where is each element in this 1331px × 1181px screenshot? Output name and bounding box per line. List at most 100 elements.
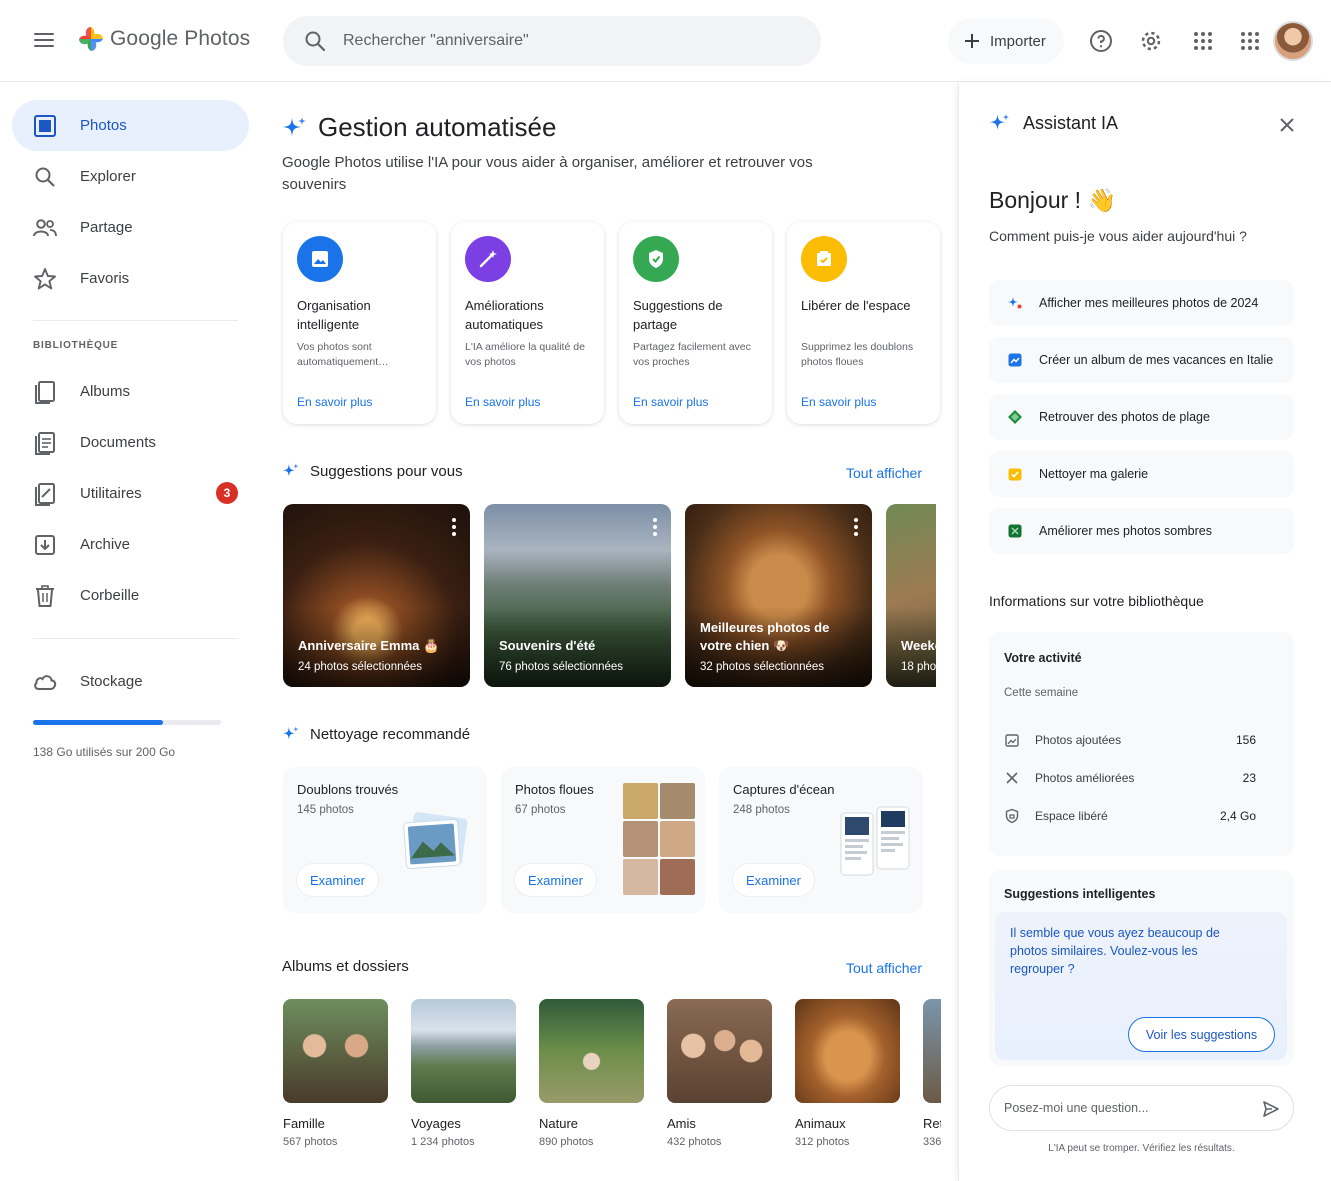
assistant-title: Assistant IA	[1023, 112, 1119, 133]
examine-button[interactable]: Examiner	[297, 864, 378, 896]
cleanup-count: 145 photos	[297, 804, 354, 816]
sidebar-item-label: Favoris	[80, 270, 130, 287]
album-thumbnail	[411, 999, 516, 1103]
sidebar-item-explorer[interactable]: Explorer	[12, 151, 249, 202]
apps-grid-icon[interactable]	[1238, 29, 1262, 53]
sidebar-item-photos[interactable]: Photos	[12, 100, 249, 151]
see-all-suggestions-link[interactable]: Tout afficher	[846, 465, 922, 481]
sidebar-item-archive[interactable]: Archive	[12, 519, 249, 570]
cleanup-card-duplicates[interactable]: Doublons trouvés 145 photos Examiner	[283, 767, 487, 913]
feature-icon-circle	[633, 236, 679, 282]
album-tile[interactable]: Famille 567 photos	[283, 999, 388, 1148]
album-name: Voyages	[411, 1116, 461, 1131]
sidebar-item-corbeille[interactable]: Corbeille	[12, 570, 249, 621]
ask-question-input[interactable]	[1004, 1086, 1254, 1130]
sidebar-item-partage[interactable]: Partage	[12, 202, 249, 253]
learn-more-link[interactable]: En savoir plus	[297, 395, 372, 409]
activity-value: 156	[1235, 733, 1256, 747]
suggestion-subtitle: 18 photos sélectionnées	[901, 661, 936, 673]
sidebar-item-albums[interactable]: Albums	[12, 366, 249, 417]
help-icon[interactable]	[1089, 29, 1113, 53]
prompt-chip[interactable]: Afficher mes meilleures photos de 2024	[989, 280, 1294, 326]
feature-card[interactable]: Améliorations automatiques L'IA améliore…	[451, 222, 604, 424]
smart-suggestions-title: Suggestions intelligentes	[1004, 887, 1156, 901]
suggestion-card[interactable]: Anniversaire Emma 🎂 24 photos sélectionn…	[283, 504, 470, 687]
feature-card[interactable]: Libérer de l'espace Supprimez les doublo…	[787, 222, 940, 424]
search-input[interactable]	[343, 16, 803, 66]
learn-more-link[interactable]: En savoir plus	[633, 395, 708, 409]
sidebar-item-favoris[interactable]: Favoris	[12, 253, 249, 304]
prompt-chip[interactable]: Créer un album de mes vacances en Italie	[989, 337, 1294, 383]
ask-question-box[interactable]	[989, 1085, 1294, 1131]
more-options-icon[interactable]	[653, 518, 657, 539]
chip-label: Nettoyer ma galerie	[1039, 467, 1149, 481]
album-count: 567 photos	[283, 1136, 338, 1148]
storage-progress-bar	[33, 720, 221, 725]
send-icon[interactable]	[1262, 1100, 1280, 1118]
search-bar[interactable]	[283, 16, 821, 66]
see-all-albums-link[interactable]: Tout afficher	[846, 960, 922, 976]
cleanup-card-blurry[interactable]: Photos floues 67 photos Examiner	[501, 767, 705, 913]
cleanup-card-screenshots[interactable]: Captures d'écean 248 photos Examiner	[719, 767, 923, 913]
album-count: 890 photos	[539, 1136, 594, 1148]
learn-more-link[interactable]: En savoir plus	[465, 395, 540, 409]
menu-icon[interactable]	[32, 30, 56, 52]
album-tile[interactable]: Nature 890 photos	[539, 999, 644, 1148]
cleanup-count: 67 photos	[515, 804, 566, 816]
album-thumbnail	[283, 999, 388, 1103]
activity-title: Votre activité	[1004, 651, 1082, 665]
settings-icon[interactable]	[1139, 29, 1163, 53]
activity-row: Espace libéré 2,4 Go	[1004, 806, 1256, 826]
sidebar-item-utilitaires[interactable]: Utilitaires 3	[12, 468, 249, 519]
suggestion-subtitle: 76 photos sélectionnées	[499, 661, 624, 673]
learn-more-link[interactable]: En savoir plus	[801, 395, 876, 409]
album-tile[interactable]: Animaux 312 photos	[795, 999, 900, 1148]
view-suggestions-button[interactable]: Voir les suggestions	[1128, 1017, 1275, 1052]
feature-title: Libérer de l'espace	[801, 298, 911, 313]
close-icon[interactable]	[1277, 115, 1297, 135]
activity-row: Photos améliorées 23	[1004, 768, 1256, 788]
cleanup-title: Photos floues	[515, 782, 594, 797]
prompt-chip[interactable]: Retrouver des photos de plage	[989, 394, 1294, 440]
sidebar-item-documents[interactable]: Documents	[12, 417, 249, 468]
suggestion-card[interactable]: Souvenirs d'été 76 photos sélectionnées	[484, 504, 671, 687]
album-icon	[1008, 353, 1022, 367]
sparkle-icon	[282, 726, 299, 740]
import-button[interactable]: Importer	[948, 18, 1064, 64]
search-icon[interactable]	[303, 29, 327, 53]
sidebar-item-label: Utilitaires	[80, 485, 142, 502]
cleanup-heading: Nettoyage recommandé	[282, 725, 470, 743]
prompt-chip[interactable]: Nettoyer ma galerie	[989, 451, 1294, 497]
feature-card[interactable]: Organisation intelligente Vos photos son…	[283, 222, 436, 424]
album-tile[interactable]: Voyages 1 234 photos	[411, 999, 516, 1148]
cleanup-count: 248 photos	[733, 804, 790, 816]
albums-row: Famille 567 photos Voyages 1 234 photos …	[283, 999, 941, 1159]
album-name: Famille	[283, 1116, 325, 1131]
examine-button[interactable]: Examiner	[733, 864, 814, 896]
app-name: Google Photos	[110, 27, 251, 50]
shield-icon	[649, 250, 663, 268]
more-options-icon[interactable]	[854, 518, 858, 539]
album-tile[interactable]: Amis 432 photos	[667, 999, 772, 1148]
diamond-icon	[1008, 410, 1022, 424]
examine-button[interactable]: Examiner	[515, 864, 596, 896]
sidebar-item-label: Explorer	[80, 168, 136, 185]
feature-icon-circle	[297, 236, 343, 282]
storage-icon	[817, 251, 831, 266]
google-photos-logo[interactable]: Google Photos	[78, 26, 250, 52]
account-avatar[interactable]	[1273, 21, 1313, 61]
documents-icon	[35, 432, 55, 455]
sidebar-divider	[33, 320, 238, 321]
apps-icon[interactable]	[1191, 29, 1215, 53]
suggestion-card[interactable]: Meilleures photos de votre chien 🐶 32 ph…	[685, 504, 872, 687]
cloud-icon	[34, 675, 57, 690]
cleanup-title: Doublons trouvés	[297, 782, 399, 797]
prompt-chip[interactable]: Améliorer mes photos sombres	[989, 508, 1294, 554]
ai-assistant-panel: Assistant IA Bonjour ! 👋 Comment puis-je…	[958, 83, 1331, 1181]
more-options-icon[interactable]	[452, 518, 456, 539]
feature-card[interactable]: Suggestions de partage Partagez facileme…	[619, 222, 772, 424]
album-tile[interactable]: Ret 336	[923, 999, 941, 1148]
suggestion-card[interactable]: Weekend 18 photos sélectionnées	[886, 504, 936, 687]
sidebar-item-stockage[interactable]: Stockage	[12, 656, 249, 707]
page-description: Google Photos utilise l'IA pour vous aid…	[282, 154, 813, 193]
